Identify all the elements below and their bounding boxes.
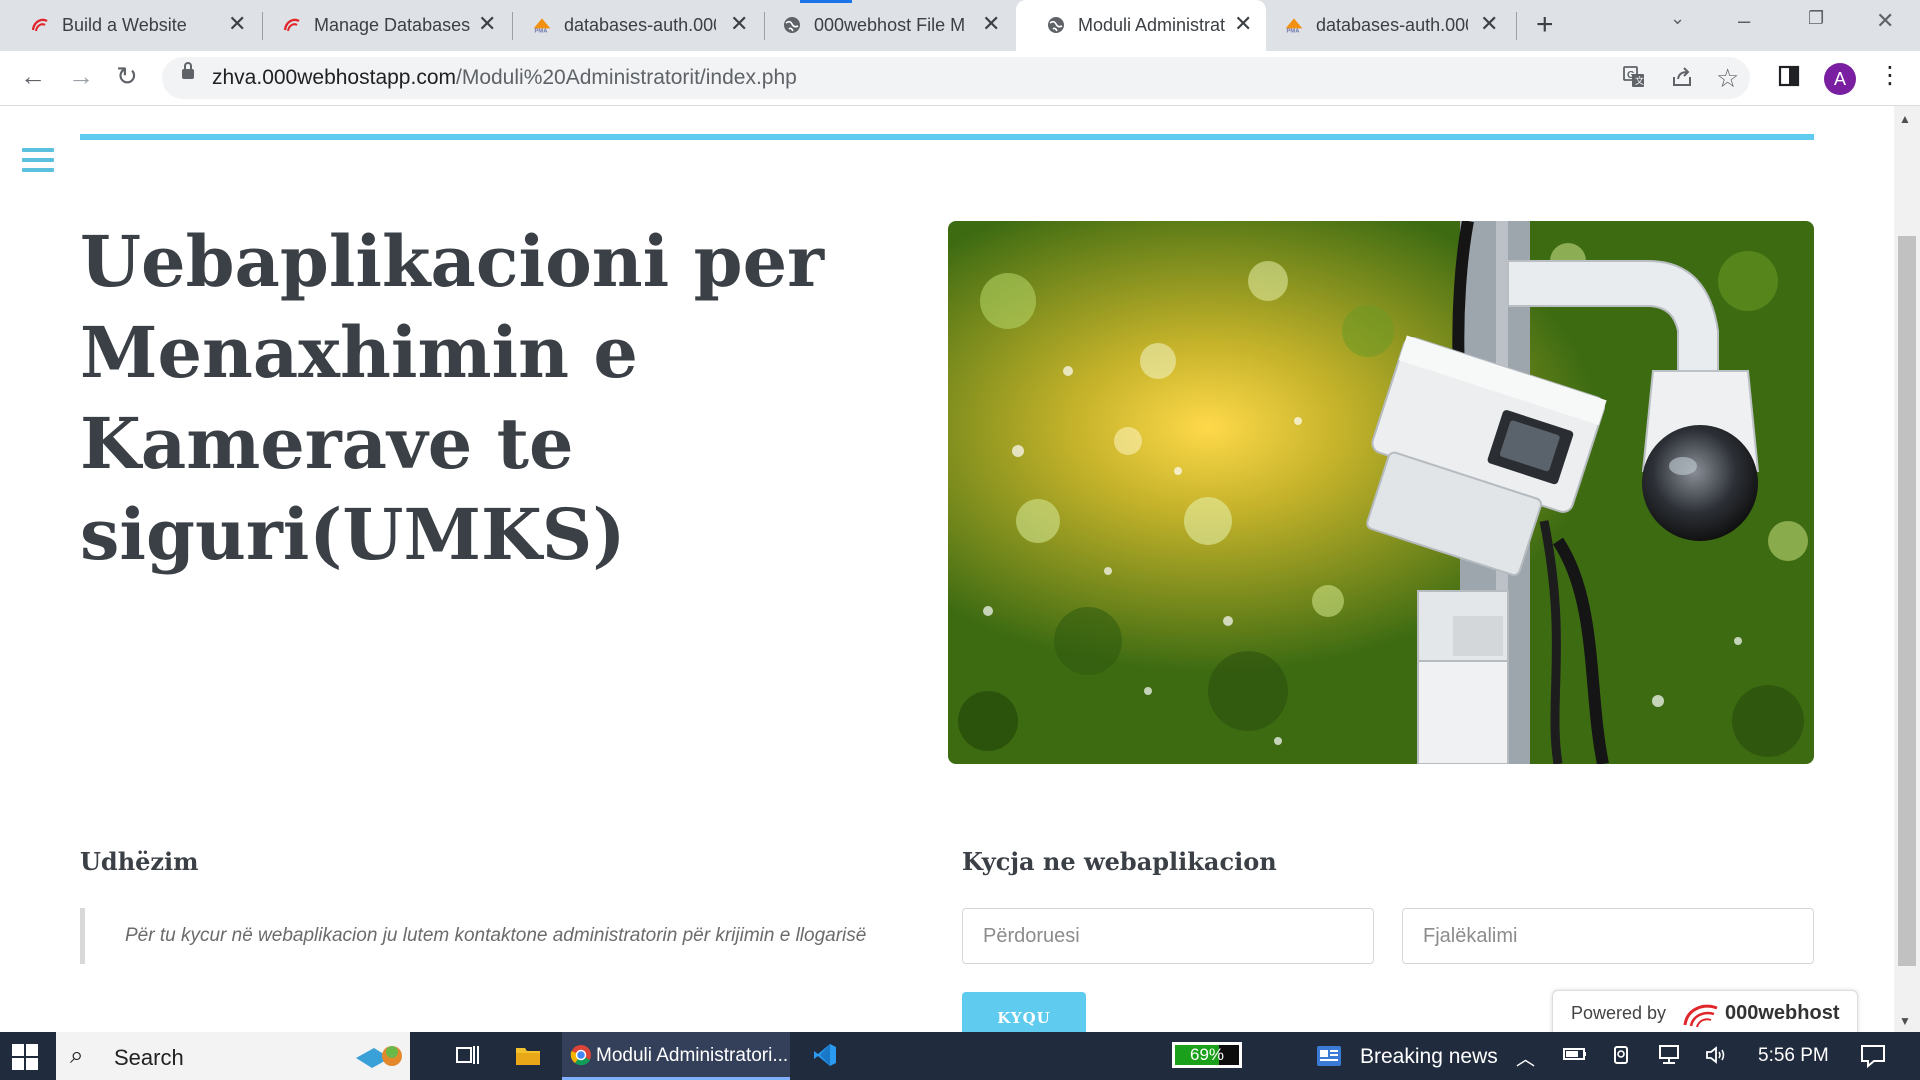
security-camera-image <box>948 221 1814 764</box>
phpmyadmin-icon: PMA <box>532 15 552 35</box>
network-icon[interactable] <box>1656 1044 1682 1072</box>
close-tab-icon[interactable]: ✕ <box>730 13 748 35</box>
scroll-up-arrow-icon[interactable]: ▲ <box>1899 112 1911 126</box>
windows-taskbar: ⌕ Search Moduli Administratori... 69% Br… <box>0 1032 1920 1080</box>
svg-text:PMA: PMA <box>535 29 549 35</box>
globe-icon <box>1046 15 1066 35</box>
chrome-icon <box>570 1044 592 1071</box>
guide-text: Për tu kycur në webaplikacion ju lutem k… <box>125 925 867 946</box>
side-panel-icon[interactable] <box>1778 63 1800 93</box>
tab-build-a-website[interactable]: Build a Website ✕ <box>0 0 258 51</box>
search-highlight-icon <box>354 1040 402 1077</box>
globe-icon <box>782 15 802 35</box>
svg-text:PMA: PMA <box>1287 29 1301 35</box>
page-content: Uebaplikacioni per Menaxhimin e Kamerave… <box>0 106 1894 1032</box>
notifications-icon[interactable] <box>1860 1044 1886 1074</box>
forward-arrow-icon[interactable]: → <box>68 61 94 91</box>
tab-title: Moduli Administrat <box>1078 15 1226 35</box>
bookmark-star-icon[interactable]: ☆ <box>1716 63 1739 94</box>
powered-by-brand: 000webhost <box>1725 1002 1840 1024</box>
news-label[interactable]: Breaking news <box>1360 1045 1498 1069</box>
taskbar-app-label: Moduli Administratori... <box>596 1045 789 1066</box>
webhost-swirl-icon <box>282 15 302 35</box>
url-text[interactable]: zhva.000webhostapp.com/Moduli%20Administ… <box>212 67 797 89</box>
restore-icon[interactable]: ❐ <box>1808 8 1824 29</box>
tab-manage-databases[interactable]: Manage Databases ✕ <box>252 0 504 51</box>
new-tab-icon[interactable]: + <box>1536 9 1554 41</box>
phpmyadmin-icon: PMA <box>1284 15 1304 35</box>
close-window-icon[interactable]: ✕ <box>1876 8 1894 34</box>
url-host: zhva.000webhostapp.com <box>212 66 456 89</box>
lock-icon <box>182 62 194 79</box>
tray-chevron-icon[interactable]: ︿ <box>1516 1044 1535 1071</box>
guide-quote: Për tu kycur në webaplikacion ju lutem k… <box>80 908 935 964</box>
close-tab-icon[interactable]: ✕ <box>982 13 1000 35</box>
tab-title: databases-auth.000 <box>1316 15 1468 35</box>
tab-title: Manage Databases <box>314 15 471 35</box>
tab-title: 000webhost File M <box>814 15 966 35</box>
close-tab-icon[interactable]: ✕ <box>478 13 496 35</box>
vscode-icon[interactable] <box>812 1042 838 1073</box>
taskbar-chrome-app[interactable]: Moduli Administratori... <box>562 1032 790 1080</box>
search-icon: ⌕ <box>70 1042 84 1069</box>
header-divider <box>80 134 1814 140</box>
tab-strip: Build a Website ✕ Manage Databases ✕ PMA… <box>0 0 1920 51</box>
close-tab-icon[interactable]: ✕ <box>228 13 246 35</box>
file-explorer-icon[interactable] <box>514 1042 542 1073</box>
battery-indicator[interactable]: 69% <box>1172 1042 1242 1068</box>
webhost-swirl-icon <box>30 15 50 35</box>
profile-avatar[interactable]: A <box>1824 63 1856 95</box>
login-heading: Kycja ne webaplikacion <box>962 847 1277 876</box>
news-widget-icon[interactable] <box>1316 1044 1342 1073</box>
volume-icon[interactable] <box>1704 1044 1728 1072</box>
close-tab-icon[interactable]: ✕ <box>1234 13 1252 35</box>
tab-divider <box>1516 12 1517 40</box>
url-path: /Moduli%20Administratorit/index.php <box>456 66 797 89</box>
guide-heading: Udhëzim <box>80 847 199 876</box>
battery-tray-icon[interactable] <box>1562 1044 1588 1070</box>
taskbar-search-label: Search <box>114 1045 184 1070</box>
windows-start-icon[interactable] <box>12 1044 38 1070</box>
tab-search-chevron-icon[interactable]: ⌄ <box>1670 8 1685 29</box>
more-menu-icon[interactable]: ⋮ <box>1878 61 1902 91</box>
tab-file-manager[interactable]: 000webhost File M ✕ <box>752 0 1014 51</box>
reload-icon[interactable]: ↻ <box>116 61 138 91</box>
tab-moduli-administratorit[interactable]: Moduli Administrat ✕ <box>1016 0 1266 51</box>
translate-icon[interactable]: G文 <box>1622 65 1646 95</box>
login-button[interactable]: KYQU <box>962 992 1086 1032</box>
meet-now-icon[interactable] <box>1612 1044 1634 1072</box>
tab-databases-auth[interactable]: PMA databases-auth.000 ✕ <box>502 0 754 51</box>
clock[interactable]: 5:56 PM <box>1758 1045 1829 1067</box>
webhost-swirl-icon <box>1681 999 1721 1032</box>
scrollbar-thumb[interactable] <box>1898 236 1916 966</box>
back-arrow-icon[interactable]: ← <box>20 61 46 91</box>
close-tab-icon[interactable]: ✕ <box>1480 13 1498 35</box>
battery-percent: 69% <box>1189 1045 1225 1064</box>
hamburger-menu-icon[interactable] <box>22 148 54 178</box>
browser-toolbar: ← → ↻ zhva.000webhostapp.com/Moduli%20Ad… <box>0 51 1920 106</box>
tab-title: databases-auth.000 <box>564 15 716 35</box>
scroll-down-arrow-icon[interactable]: ▼ <box>1899 1014 1911 1028</box>
address-bar[interactable]: zhva.000webhostapp.com/Moduli%20Administ… <box>162 57 1750 99</box>
powered-by-label: Powered by <box>1571 1003 1667 1023</box>
minimize-icon[interactable]: – <box>1738 8 1750 34</box>
tab-databases-auth-2[interactable]: PMA databases-auth.000 ✕ <box>1254 0 1510 51</box>
password-field[interactable] <box>1402 908 1814 964</box>
task-view-icon[interactable] <box>454 1042 480 1073</box>
taskbar-search[interactable]: ⌕ Search <box>56 1032 410 1080</box>
username-field[interactable] <box>962 908 1374 964</box>
page-title: Uebaplikacioni per Menaxhimin e Kamerave… <box>80 220 824 576</box>
powered-by-badge[interactable]: Powered by 000webhost <box>1552 990 1858 1032</box>
tab-title: Build a Website <box>62 15 187 35</box>
share-icon[interactable] <box>1670 65 1694 95</box>
svg-text:文: 文 <box>1635 75 1644 87</box>
